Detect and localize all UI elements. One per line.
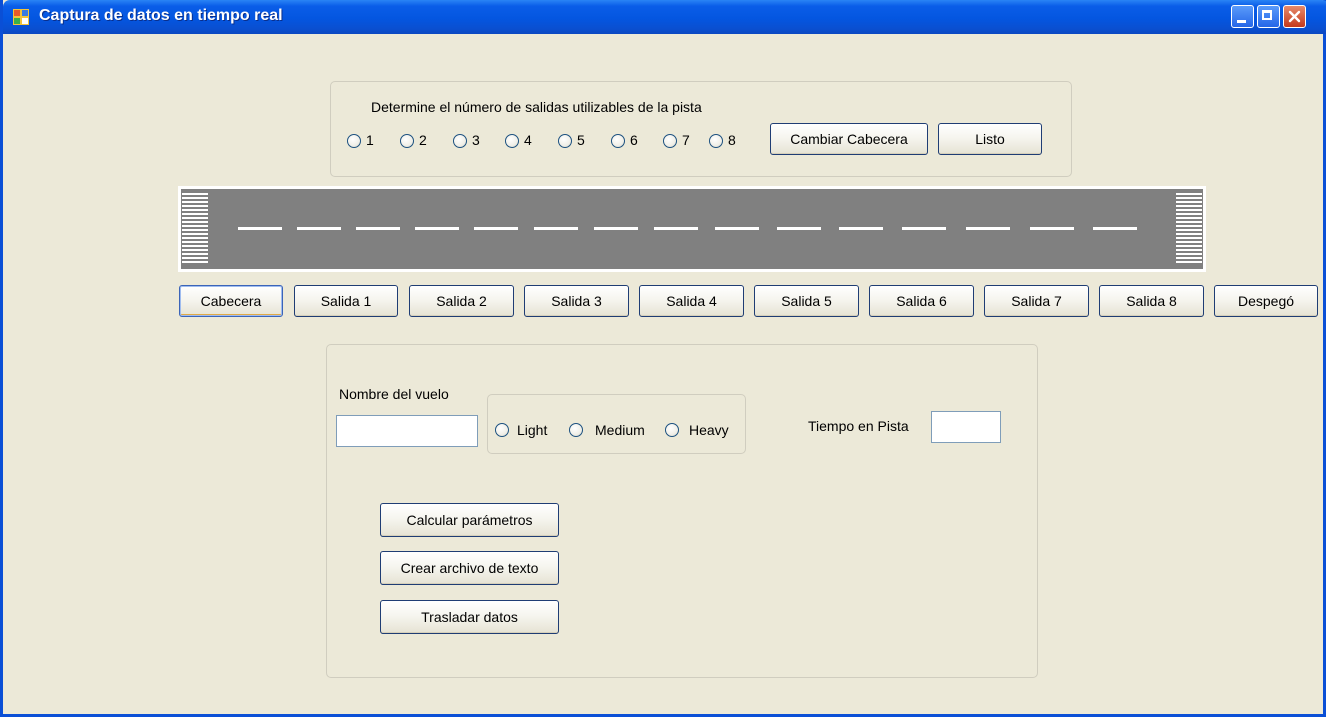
category-medium-radio[interactable]: [569, 423, 583, 437]
runway-time-label: Tiempo en Pista: [808, 418, 909, 434]
exits-prompt: Determine el número de salidas utilizabl…: [371, 99, 702, 115]
runway-centerline-dash: [415, 227, 459, 230]
category-light-radio[interactable]: [495, 423, 509, 437]
exit-count-label-7: 7: [682, 132, 690, 148]
exit-5-button[interactable]: Salida 5: [754, 285, 859, 317]
category-heavy-radio[interactable]: [665, 423, 679, 437]
runway-centerline-dash: [715, 227, 759, 230]
exit-2-button[interactable]: Salida 2: [409, 285, 514, 317]
exit-count-radio-2[interactable]: [400, 134, 414, 148]
exit-count-radio-6[interactable]: [611, 134, 625, 148]
title-bar[interactable]: Captura de datos en tiempo real: [3, 0, 1326, 34]
exit-1-button[interactable]: Salida 1: [294, 285, 398, 317]
close-button[interactable]: [1283, 5, 1306, 28]
runway-centerline-dash: [238, 227, 282, 230]
exit-4-button[interactable]: Salida 4: [639, 285, 744, 317]
runway-centerline-dash: [534, 227, 578, 230]
create-text-file-button[interactable]: Crear archivo de texto: [380, 551, 559, 585]
exit-count-radio-3[interactable]: [453, 134, 467, 148]
runway-centerline-dash: [839, 227, 883, 230]
runway-centerline-dash: [966, 227, 1010, 230]
exit-count-radio-8[interactable]: [709, 134, 723, 148]
exit-count-label-6: 6: [630, 132, 638, 148]
exit-count-radio-1[interactable]: [347, 134, 361, 148]
category-heavy-label: Heavy: [689, 422, 729, 438]
maximize-icon: [1262, 10, 1272, 20]
app-icon: [13, 9, 29, 25]
exit-count-radio-7[interactable]: [663, 134, 677, 148]
category-medium-label: Medium: [595, 422, 645, 438]
exit-count-label-4: 4: [524, 132, 532, 148]
exit-count-label-1: 1: [366, 132, 374, 148]
main-window: Captura de datos en tiempo real Determin…: [0, 0, 1326, 717]
runway-centerline-dash: [297, 227, 341, 230]
exit-8-button[interactable]: Salida 8: [1099, 285, 1204, 317]
close-icon: [1288, 10, 1301, 23]
runway-centerline-dash: [594, 227, 638, 230]
runway-time-input[interactable]: [931, 411, 1001, 443]
header-position-button[interactable]: Cabecera: [179, 285, 283, 317]
flight-name-input[interactable]: [336, 415, 478, 447]
exit-count-label-5: 5: [577, 132, 585, 148]
exit-count-radio-4[interactable]: [505, 134, 519, 148]
runway-threshold-right: [1176, 193, 1202, 265]
transfer-data-button[interactable]: Trasladar datos: [380, 600, 559, 634]
exit-6-button[interactable]: Salida 6: [869, 285, 974, 317]
runway-threshold-left: [182, 193, 208, 265]
exit-7-button[interactable]: Salida 7: [984, 285, 1089, 317]
exit-count-label-8: 8: [728, 132, 736, 148]
minimize-icon: [1237, 20, 1246, 23]
maximize-button[interactable]: [1257, 5, 1280, 28]
exit-count-radio-5[interactable]: [558, 134, 572, 148]
runway-graphic: [178, 186, 1206, 272]
flight-name-label: Nombre del vuelo: [339, 386, 449, 402]
runway-centerline-dash: [474, 227, 518, 230]
takeoff-button[interactable]: Despegó: [1214, 285, 1318, 317]
window-title: Captura de datos en tiempo real: [39, 7, 283, 24]
exit-count-label-2: 2: [419, 132, 427, 148]
change-header-button[interactable]: Cambiar Cabecera: [770, 123, 928, 155]
category-light-label: Light: [517, 422, 548, 438]
runway-centerline-dash: [902, 227, 946, 230]
runway-centerline-dash: [356, 227, 400, 230]
ready-button[interactable]: Listo: [938, 123, 1042, 155]
runway-centerline-dash: [1030, 227, 1074, 230]
exit-count-label-3: 3: [472, 132, 480, 148]
runway-centerline-dash: [1093, 227, 1137, 230]
minimize-button[interactable]: [1231, 5, 1254, 28]
calculate-parameters-button[interactable]: Calcular parámetros: [380, 503, 559, 537]
exit-3-button[interactable]: Salida 3: [524, 285, 629, 317]
runway-centerline-dash: [654, 227, 698, 230]
runway-centerline-dash: [777, 227, 821, 230]
